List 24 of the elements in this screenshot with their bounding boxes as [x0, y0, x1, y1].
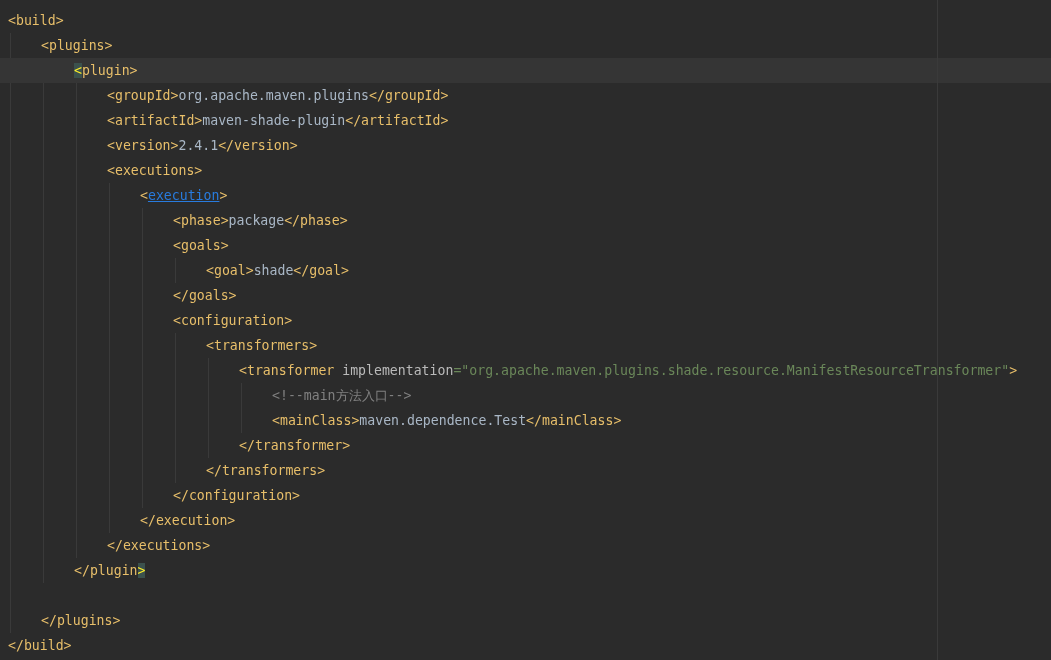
code-line: <artifactId>maven-shade-plugin</artifactId> [107, 112, 449, 130]
code-line: <!--main方法入口--> [272, 387, 412, 405]
code-line: <build> [8, 12, 64, 30]
code-line: <goal>shade</goal> [206, 262, 349, 280]
code-line: </goals> [173, 287, 237, 305]
code-line: <version>2.4.1</version> [107, 137, 298, 155]
code-line: </configuration> [173, 487, 301, 505]
code-line: <execution> [140, 187, 228, 205]
code-line: <transformers> [206, 337, 318, 355]
code-line: <goals> [173, 237, 229, 255]
code-line: <phase>package</phase> [173, 212, 348, 230]
code-line: <transformer implementation="org.apache.maven.plugins.shade.resource.ManifestResourceTransformer"> [239, 362, 1018, 380]
code-line: </build> [8, 637, 72, 655]
code-line: </transformer> [239, 437, 351, 455]
code-line: <configuration> [173, 312, 293, 330]
code-line: <plugins> [41, 37, 113, 55]
code-line: <groupId>org.apache.maven.plugins</groupId> [107, 87, 449, 105]
code-line: </transformers> [206, 462, 326, 480]
code-line: <mainClass>maven.dependence.Test</mainClass> [272, 412, 622, 430]
code-line: </execution> [140, 512, 236, 530]
code-line: <executions> [107, 162, 203, 180]
code-line: </plugin> [74, 562, 146, 580]
code-line: </plugins> [41, 612, 121, 630]
code-line: </executions> [107, 537, 211, 555]
